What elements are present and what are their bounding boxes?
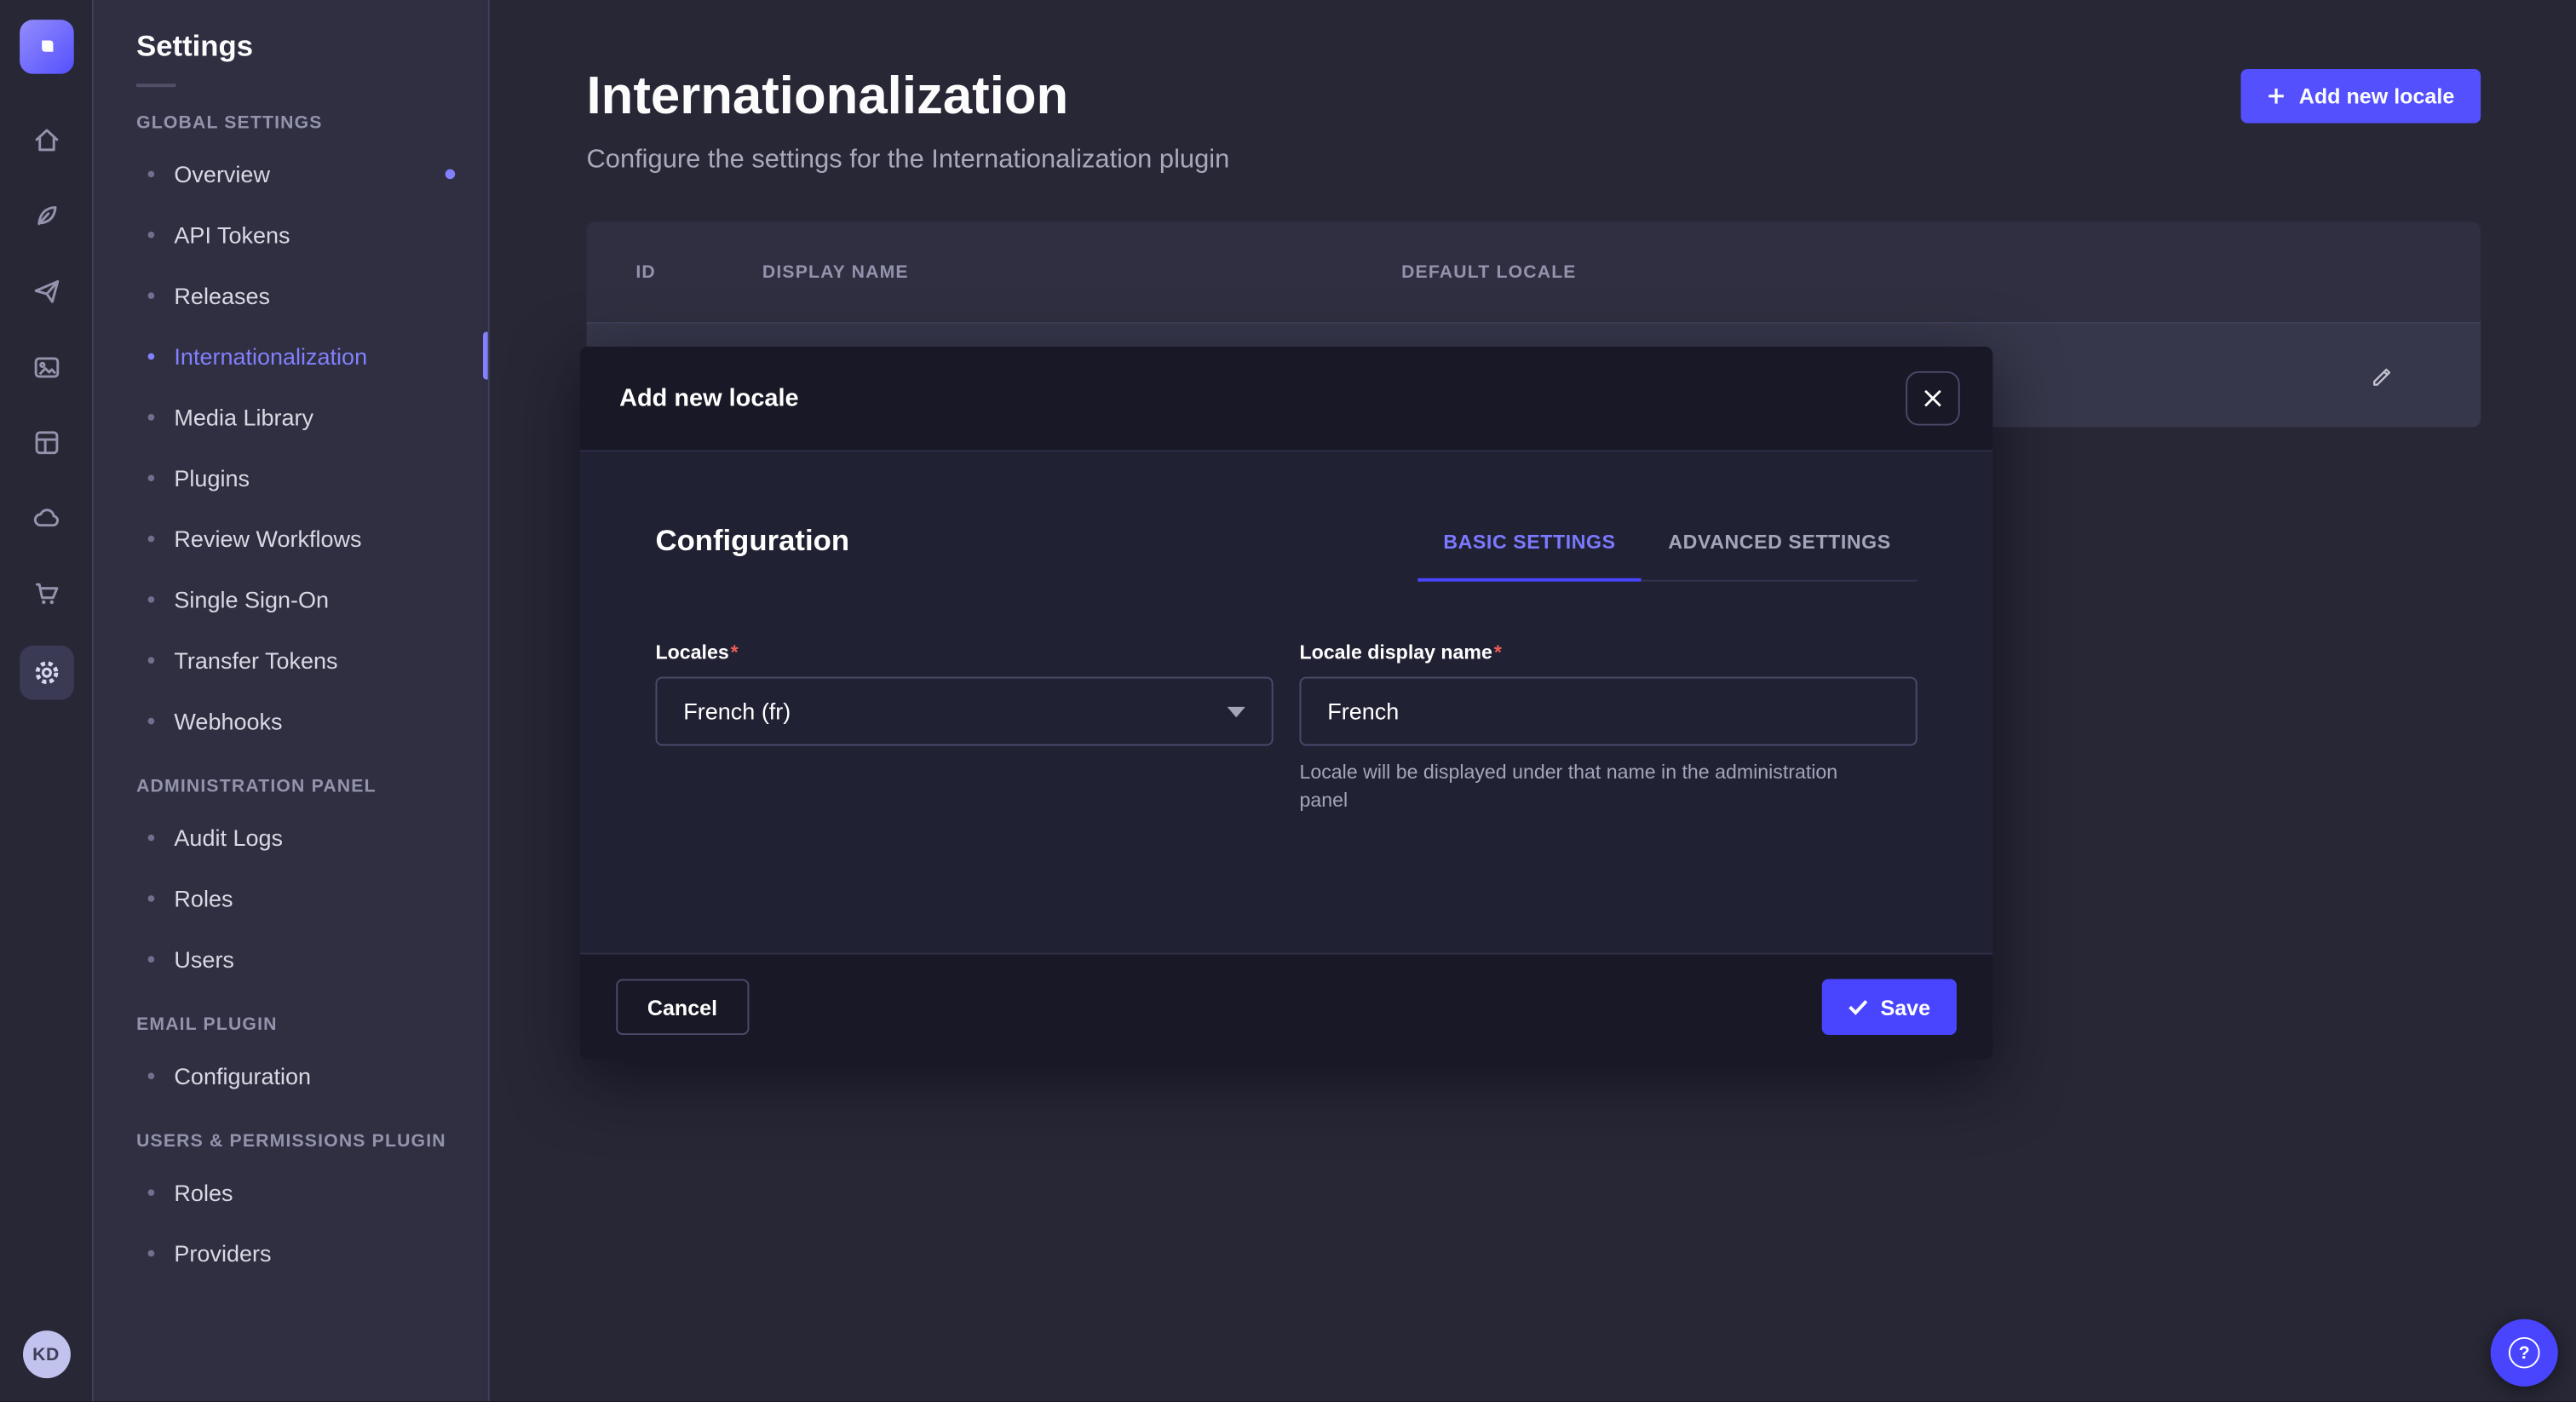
modal-tabs: BASIC SETTINGS ADVANCED SETTINGS <box>1417 517 1917 581</box>
locales-select-value: French (fr) <box>683 698 791 725</box>
locales-field: Locales* French (fr) <box>655 641 1273 814</box>
configuration-title: Configuration <box>655 524 849 581</box>
tab-basic-settings[interactable]: BASIC SETTINGS <box>1417 517 1642 579</box>
locales-select[interactable]: French (fr) <box>655 677 1273 746</box>
close-modal-button[interactable] <box>1906 371 1960 426</box>
required-asterisk: * <box>731 641 739 664</box>
display-name-hint: Locale will be displayed under that name… <box>1299 759 1874 814</box>
modal-footer: Cancel Save <box>580 953 1993 1060</box>
display-name-field: Locale display name* Locale will be disp… <box>1299 641 1917 814</box>
required-asterisk: * <box>1494 641 1502 664</box>
modal-body: Configuration BASIC SETTINGS ADVANCED SE… <box>580 451 1993 952</box>
check-icon <box>1848 999 1867 1015</box>
chevron-down-icon <box>1228 705 1245 717</box>
add-new-locale-modal: Add new locale Configuration BASIC SETTI… <box>580 347 1993 1060</box>
locales-label: Locales* <box>655 641 1273 664</box>
help-button[interactable]: ? <box>2491 1319 2558 1387</box>
display-name-input[interactable] <box>1299 677 1917 746</box>
cancel-button[interactable]: Cancel <box>616 979 749 1035</box>
question-mark-icon: ? <box>2509 1337 2540 1369</box>
save-button[interactable]: Save <box>1821 979 1957 1035</box>
modal-title: Add new locale <box>619 384 799 412</box>
locale-form: Locales* French (fr) Locale display name… <box>655 641 1917 814</box>
configuration-header-row: Configuration BASIC SETTINGS ADVANCED SE… <box>655 517 1917 581</box>
tab-advanced-settings[interactable]: ADVANCED SETTINGS <box>1642 517 1917 579</box>
display-name-label: Locale display name* <box>1299 641 1917 664</box>
modal-header: Add new locale <box>580 347 1993 451</box>
close-icon <box>1923 389 1941 407</box>
save-label: Save <box>1880 995 1930 1020</box>
app-window: KD Settings GLOBAL SETTINGS Overview API… <box>0 0 2576 1401</box>
